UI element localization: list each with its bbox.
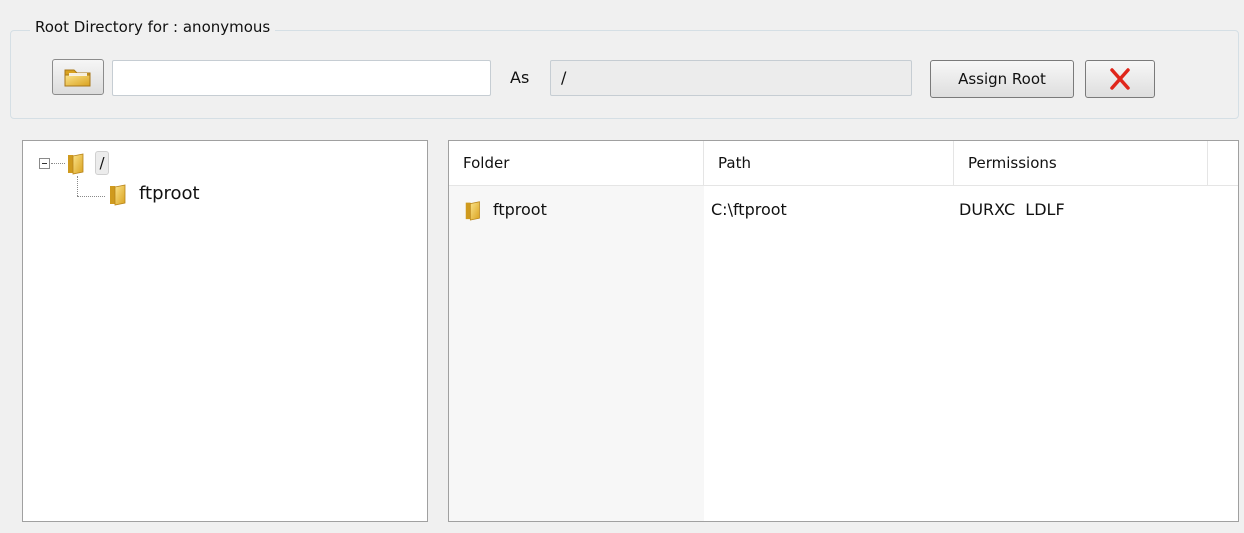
cell-folder-label: ftproot: [493, 200, 547, 219]
root-directory-dialog: Root Directory for : anonymous As / Assi…: [0, 0, 1244, 533]
folder-tree[interactable]: / ftproot: [22, 140, 428, 522]
groupbox-title: Root Directory for : anonymous: [30, 17, 276, 37]
column-header-path[interactable]: Path: [704, 141, 954, 185]
cell-permissions: DURXC LDLF: [959, 200, 1065, 219]
tree-node-label: ftproot: [139, 183, 200, 204]
red-x-icon: [1110, 68, 1130, 90]
collapse-toggle[interactable]: [39, 158, 50, 169]
assign-root-button[interactable]: Assign Root: [930, 60, 1074, 98]
column-header-permissions[interactable]: Permissions: [954, 141, 1208, 185]
root-alias-field: /: [550, 60, 912, 96]
folder-icon: [110, 184, 126, 206]
as-label: As: [510, 68, 530, 87]
folder-column-shade: [449, 186, 704, 521]
cell-folder: ftproot: [463, 197, 547, 223]
tree-node-ftproot[interactable]: ftproot: [107, 182, 200, 206]
column-header-filler: [1208, 141, 1238, 185]
browse-folder-button[interactable]: [52, 59, 104, 95]
tree-connector: [77, 196, 105, 197]
folder-list[interactable]: Folder Path Permissions ftproot C:\ftpro…: [448, 140, 1239, 522]
tree-node-root[interactable]: /: [95, 151, 109, 175]
folder-open-icon: [64, 69, 91, 87]
tree-connector: [51, 163, 65, 164]
remove-root-button[interactable]: [1085, 60, 1155, 98]
table-row[interactable]: ftproot C:\ftproot DURXC LDLF: [449, 197, 1238, 223]
list-header: Folder Path Permissions: [449, 141, 1238, 186]
tree-connector: [77, 176, 78, 196]
root-path-input[interactable]: [112, 60, 491, 96]
cell-path: C:\ftproot: [711, 200, 787, 219]
column-header-folder[interactable]: Folder: [449, 141, 704, 185]
folder-icon: [68, 153, 84, 175]
folder-icon: [465, 201, 480, 221]
